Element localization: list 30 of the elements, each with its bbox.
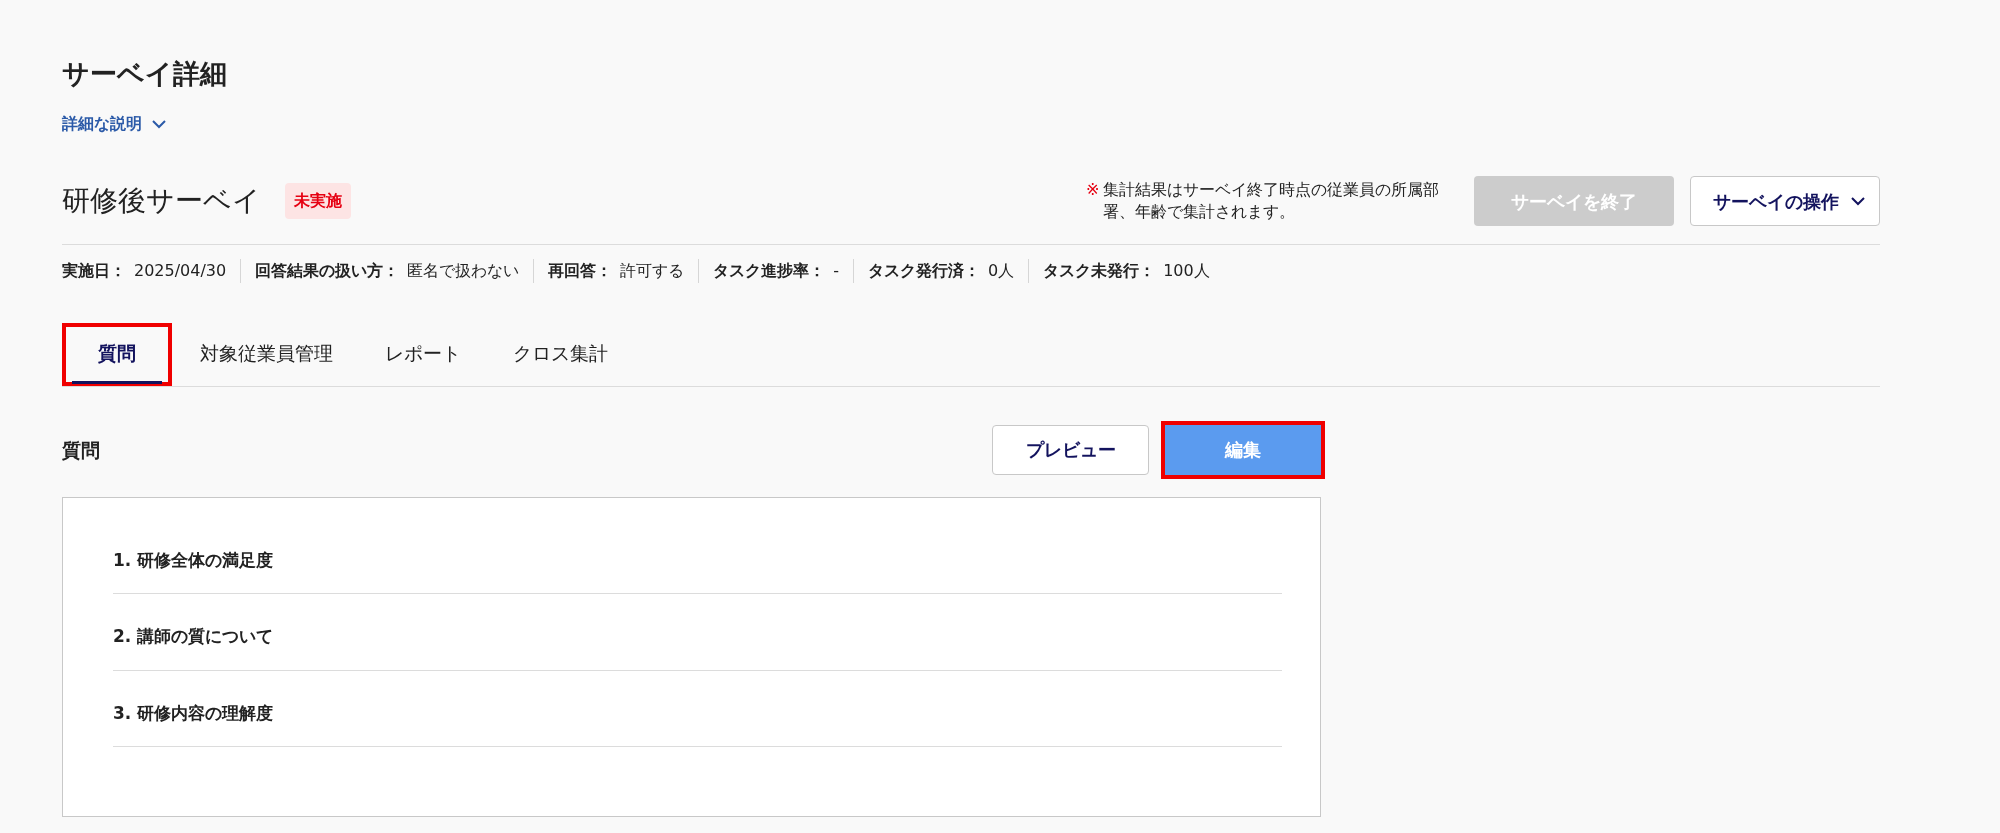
question-item[interactable]: 2. 講師の質について — [113, 594, 1282, 671]
meta-value: - — [833, 260, 839, 283]
meta-value: 100人 — [1163, 260, 1210, 283]
tab[interactable]: レポート — [361, 323, 485, 386]
meta-label: 再回答： — [548, 260, 613, 283]
tab[interactable]: 対象従業員管理 — [176, 323, 357, 386]
question-item[interactable]: 1. 研修全体の満足度 — [113, 517, 1282, 595]
meta-label: タスク発行済： — [868, 260, 980, 283]
meta-label: タスク進捗率： — [713, 260, 826, 283]
preview-button[interactable]: プレビュー — [992, 424, 1149, 475]
meta-label: 実施日： — [62, 260, 126, 283]
meta-label: 回答結果の扱い方： — [255, 260, 400, 283]
description-toggle[interactable]: 詳細な説明 — [62, 112, 166, 137]
note-mark: ※ — [1086, 179, 1100, 201]
meta-label: タスク未発行： — [1043, 260, 1156, 283]
note-text: 集計結果はサーベイ終了時点の従業員の所属部署、年齢で集計されます。 — [1103, 179, 1441, 224]
survey-name: 研修後サーベイ — [62, 183, 261, 220]
survey-actions-button[interactable]: サーベイの操作 — [1690, 176, 1880, 227]
chevron-icon — [1851, 196, 1865, 206]
meta-value: 2025/04/30 — [134, 260, 227, 283]
tab[interactable]: 質問 — [62, 323, 172, 386]
chevron-icon — [152, 119, 166, 129]
question-item[interactable]: 3. 研修内容の理解度 — [113, 670, 1282, 748]
meta-value: 許可する — [620, 260, 685, 283]
meta-value: 匿名で扱わない — [407, 260, 520, 283]
page-title: サーベイ詳細 — [62, 58, 228, 91]
section-title: 質問 — [62, 437, 100, 463]
tab[interactable]: クロス集計 — [489, 323, 632, 386]
meta-value: 0人 — [988, 260, 1015, 283]
status-badge: 未実施 — [285, 183, 351, 220]
